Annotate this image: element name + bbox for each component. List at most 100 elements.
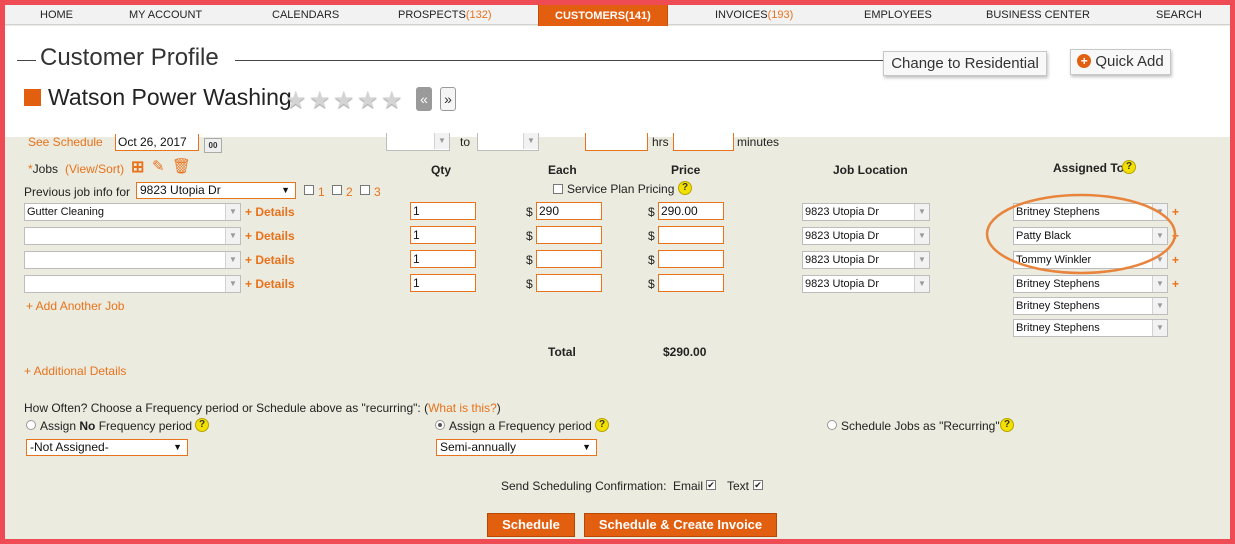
job-location-select[interactable]: 9823 Utopia Dr ▼ [802, 251, 930, 269]
currency-label: $ [526, 229, 533, 243]
nav-business-center[interactable]: BUSINESS CENTER [986, 5, 1090, 25]
service-select[interactable]: ▼ [24, 275, 241, 293]
each-input[interactable] [536, 274, 602, 292]
additional-details-link[interactable]: + Additional Details [24, 364, 126, 378]
trash-icon[interactable]: 🗑 [172, 157, 191, 175]
price-input[interactable] [658, 250, 724, 268]
each-input[interactable] [536, 250, 602, 268]
next-customer-button[interactable]: » [440, 87, 456, 111]
end-time-select[interactable]: ▼ [477, 133, 539, 151]
help-icon[interactable]: ? [1122, 160, 1136, 174]
service-select[interactable]: ▼ [24, 251, 241, 269]
star-icon[interactable]: ★ [357, 89, 379, 113]
total-value: $290.00 [663, 345, 707, 359]
extra-assignee-select[interactable]: Britney Stephens ▼ [1013, 297, 1168, 315]
frequency-period-value: Semi-annually [440, 440, 517, 454]
nav-search-label: SEARCH [1156, 9, 1202, 21]
what-is-this-link[interactable]: What is this? [428, 401, 497, 415]
jobs-heading: *Jobs [28, 162, 58, 176]
nav-home[interactable]: HOME [40, 5, 73, 25]
details-link[interactable]: + Details [245, 229, 295, 243]
frequency-period-select[interactable]: Semi-annually ▼ [436, 439, 597, 456]
assigned-to-select[interactable]: Britney Stephens ▼ [1013, 275, 1168, 293]
job-location-select[interactable]: 9823 Utopia Dr ▼ [802, 227, 930, 245]
help-icon[interactable]: ? [195, 418, 209, 432]
chevron-down-icon: ▼ [523, 133, 538, 149]
add-another-job-link[interactable]: + Add Another Job [26, 299, 124, 313]
app-window: HOME MY ACCOUNT CALENDARS PROSPECTS(132)… [5, 5, 1230, 539]
assign-no-frequency-prefix: Assign [40, 419, 80, 433]
frequency-question-close: ) [496, 401, 501, 415]
assign-no-frequency-emphasis: No [79, 419, 96, 433]
email-label: Email [673, 479, 704, 493]
view-sort-link[interactable]: (View/Sort) [65, 162, 124, 176]
qty-input[interactable]: 1 [410, 226, 476, 244]
nav-employees[interactable]: EMPLOYEES [864, 5, 932, 25]
price-input[interactable] [658, 226, 724, 244]
service-select[interactable]: ▼ [24, 227, 241, 245]
previous-job-info-label: Previous job info for [24, 185, 131, 199]
nav-search[interactable]: SEARCH [1156, 5, 1202, 25]
quick-add-button[interactable]: + Quick Add [1070, 49, 1171, 75]
nav-customers[interactable]: CUSTOMERS(141) [538, 5, 668, 28]
previous-job-checkbox-1[interactable] [304, 185, 314, 195]
nav-prospects[interactable]: PROSPECTS(132) [398, 5, 492, 25]
qty-input[interactable]: 1 [410, 274, 476, 292]
nav-my-account[interactable]: MY ACCOUNT [129, 5, 202, 25]
dropdown-arrow-icon: ▼ [173, 442, 182, 452]
help-icon[interactable]: ? [595, 418, 609, 432]
price-input[interactable] [658, 274, 724, 292]
qty-input[interactable]: 1 [410, 250, 476, 268]
schedule-create-invoice-button[interactable]: Schedule & Create Invoice [584, 513, 777, 537]
no-frequency-select[interactable]: -Not Assigned- ▼ [26, 439, 188, 456]
previous-job-checkbox-3[interactable] [360, 185, 370, 195]
assign-no-frequency-radio[interactable] [26, 420, 36, 430]
help-icon[interactable]: ? [678, 181, 692, 195]
highlight-annotation [985, 193, 1177, 275]
service-plan-pricing-checkbox[interactable] [553, 184, 563, 194]
duration-minutes-input[interactable] [673, 133, 734, 151]
email-checkbox[interactable]: ✔ [706, 480, 716, 490]
details-link[interactable]: + Details [245, 277, 295, 291]
job-location-select[interactable]: 9823 Utopia Dr ▼ [802, 275, 930, 293]
assign-no-frequency-label: Assign No Frequency period [40, 419, 192, 433]
change-to-residential-button[interactable]: Change to Residential [883, 51, 1047, 76]
job-location-select[interactable]: 9823 Utopia Dr ▼ [802, 203, 930, 221]
extra-assignee-select[interactable]: Britney Stephens ▼ [1013, 319, 1168, 337]
see-schedule-link[interactable]: See Schedule [28, 135, 103, 149]
star-icon[interactable]: ★ [381, 89, 403, 113]
price-column-header: Price [671, 163, 701, 177]
nav-invoices[interactable]: INVOICES(193) [715, 5, 793, 25]
duration-hours-input[interactable] [585, 133, 648, 151]
calendar-icon[interactable]: 00 [204, 138, 222, 153]
details-link[interactable]: + Details [245, 253, 295, 267]
title-rule-right [235, 60, 883, 61]
qty-input[interactable]: 1 [410, 202, 476, 220]
schedule-recurring-radio[interactable] [827, 420, 837, 430]
assign-frequency-period-radio[interactable] [435, 420, 445, 430]
previous-job-checkbox-2[interactable] [332, 185, 342, 195]
previous-job-address-select[interactable]: 9823 Utopia Dr ▼ [136, 182, 296, 199]
text-checkbox[interactable]: ✔ [753, 480, 763, 490]
help-icon[interactable]: ? [1000, 418, 1014, 432]
nav-calendars[interactable]: CALENDARS [272, 5, 339, 25]
schedule-button[interactable]: Schedule [487, 513, 575, 537]
each-column-header: Each [548, 163, 577, 177]
price-input[interactable]: 290.00 [658, 202, 724, 220]
star-icon[interactable]: ★ [285, 89, 307, 113]
add-assignee-icon[interactable]: + [1172, 277, 1179, 291]
previous-customer-button[interactable]: « [416, 87, 432, 111]
edit-pencil-icon[interactable]: ✎ [152, 157, 165, 175]
star-icon[interactable]: ★ [309, 89, 331, 113]
details-link[interactable]: + Details [245, 205, 295, 219]
add-job-icon[interactable]: ⊞ [131, 157, 144, 177]
star-icon[interactable]: ★ [333, 89, 355, 113]
service-select[interactable]: Gutter Cleaning ▼ [24, 203, 241, 221]
each-input[interactable] [536, 226, 602, 244]
schedule-date-input[interactable]: Oct 26, 2017 [115, 134, 199, 151]
start-time-select[interactable]: ▼ [386, 133, 450, 151]
dropdown-arrow-icon: ▼ [582, 442, 591, 452]
each-input[interactable]: 290 [536, 202, 602, 220]
chevron-down-icon: ▼ [1152, 320, 1167, 336]
profile-header: Customer Profile Change to Residential +… [5, 26, 1230, 137]
